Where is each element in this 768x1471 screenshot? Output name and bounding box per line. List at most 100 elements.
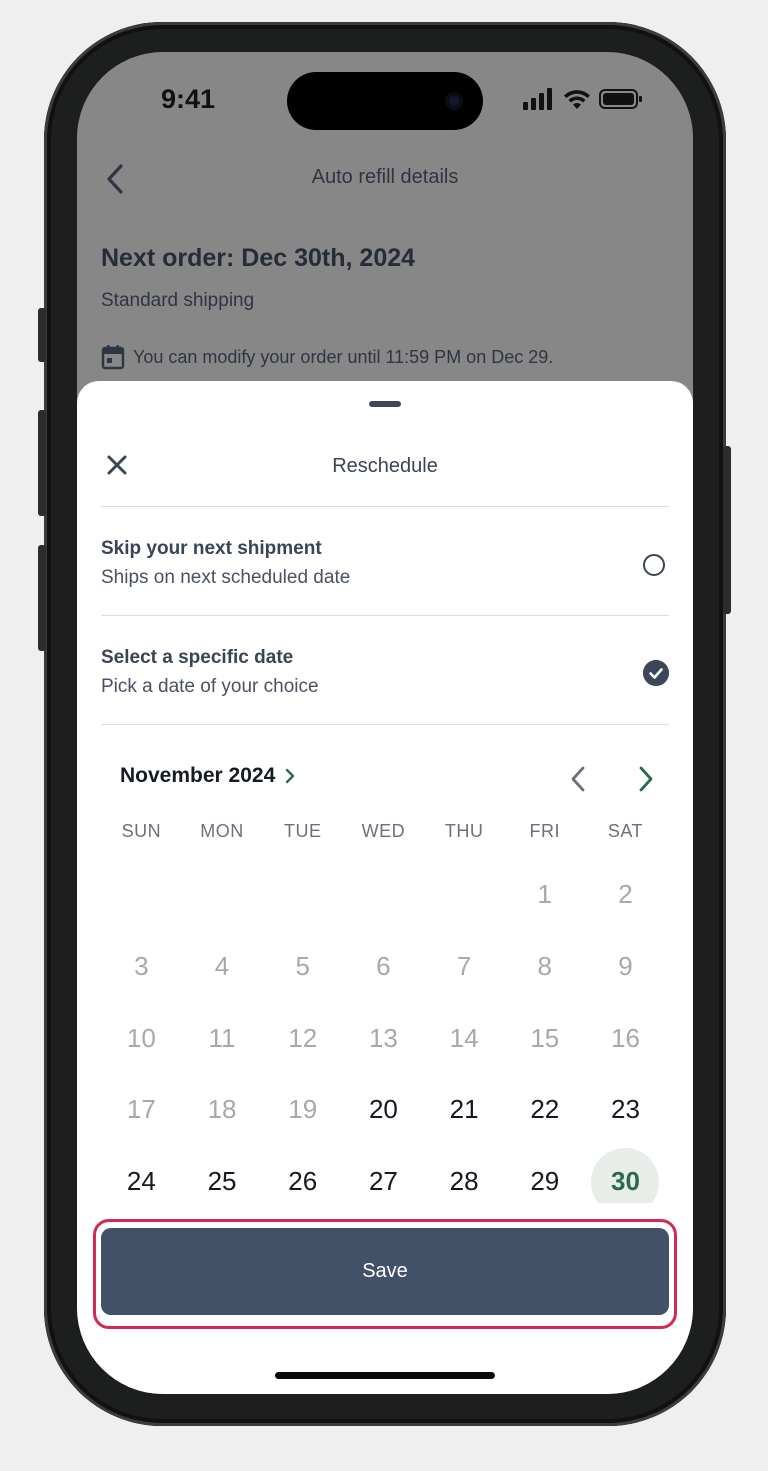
calendar-weeks: 1 2 3 4 5 6 7 8 9 10 11 12 13 14 15 16 17 18 19 20 21 22 23 24 2… xyxy=(101,859,669,1217)
calendar-day-number: 6 xyxy=(376,951,391,982)
calendar-day-number: 25 xyxy=(207,1166,237,1197)
calendar-day-number: 17 xyxy=(126,1094,156,1125)
calendar-day-number: 5 xyxy=(295,951,310,982)
wifi-icon xyxy=(564,90,590,109)
calendar-day: 7 xyxy=(424,931,505,1003)
calendar-day-empty xyxy=(182,859,263,931)
calendar-day-number: 12 xyxy=(288,1022,318,1053)
radio-unchecked[interactable] xyxy=(643,554,665,576)
weekday-label: SAT xyxy=(607,821,644,841)
calendar-day: 1 xyxy=(504,859,585,931)
calendar-day-empty xyxy=(424,859,505,931)
calendar-day-number: 7 xyxy=(456,951,472,982)
modify-notice-text: You can modify your order until 11:59 PM… xyxy=(133,346,554,367)
calendar-day: 17 xyxy=(101,1074,182,1146)
calendar-day[interactable]: 21 xyxy=(424,1074,505,1146)
calendar-day: 11 xyxy=(182,1002,263,1074)
calendar-week: 3 4 5 6 7 8 9 xyxy=(101,931,669,1003)
screen: 9:41 Auto refill details Next order: Dec… xyxy=(77,52,693,1394)
calendar-day-number: 2 xyxy=(618,879,633,910)
calendar-day: 15 xyxy=(504,1002,585,1074)
camera-icon xyxy=(445,92,463,110)
calendar-day-empty xyxy=(343,859,424,931)
calendar-day: 6 xyxy=(343,931,424,1003)
calendar-day-number: 4 xyxy=(214,951,230,982)
divider xyxy=(101,615,669,616)
calendar-icon xyxy=(101,345,125,370)
calendar-day: 13 xyxy=(343,1002,424,1074)
calendar-day-number: 21 xyxy=(449,1094,479,1125)
calendar-day-number: 13 xyxy=(368,1022,398,1053)
calendar-day-number: 1 xyxy=(537,879,553,910)
calendar-day-number: 22 xyxy=(530,1094,560,1125)
calendar-day-number: 30 xyxy=(611,1166,640,1197)
option-subtitle: Ships on next scheduled date xyxy=(101,567,351,588)
calendar-day-number: 29 xyxy=(530,1166,560,1197)
divider xyxy=(101,724,669,725)
calendar-day: 8 xyxy=(504,931,585,1003)
calendar-day-number: 9 xyxy=(618,951,633,982)
month-label: November 2024 xyxy=(120,764,276,787)
calendar-day-number: 19 xyxy=(288,1094,318,1125)
weekday-label: MON xyxy=(200,821,244,841)
shipping-method: Standard shipping xyxy=(101,290,255,311)
weekday-label: FRI xyxy=(529,821,561,841)
calendar-day: 14 xyxy=(424,1002,505,1074)
calendar-week: 12 xyxy=(101,859,669,931)
calendar-day[interactable]: 20 xyxy=(343,1074,424,1146)
calendar-day: 4 xyxy=(182,931,263,1003)
calendar-day: 3 xyxy=(101,931,182,1003)
calendar-day[interactable]: 23 xyxy=(585,1074,666,1146)
mute-switch xyxy=(38,308,46,362)
previous-month-icon[interactable] xyxy=(567,764,589,794)
calendar-day: 5 xyxy=(262,931,343,1003)
sheet-title: Reschedule xyxy=(332,455,438,477)
modify-notice: You can modify your order until 11:59 PM… xyxy=(101,344,553,370)
next-month-icon[interactable] xyxy=(635,764,657,794)
weekday-header: SUN MON TUE WED THU FRI SAT xyxy=(101,819,669,859)
calendar-day: 10 xyxy=(101,1002,182,1074)
calendar-day: 2 xyxy=(585,859,666,931)
calendar-day: 12 xyxy=(262,1002,343,1074)
radio-checked-icon[interactable] xyxy=(643,660,669,686)
calendar-day-number: 15 xyxy=(530,1022,560,1053)
page-title: Auto refill details xyxy=(311,166,459,188)
calendar-day-number: 24 xyxy=(126,1166,156,1197)
calendar-day-empty xyxy=(262,859,343,931)
weekday-label: SUN xyxy=(121,821,162,841)
signal-icon xyxy=(523,88,552,110)
chevron-right-icon xyxy=(286,768,295,784)
option-subtitle: Pick a date of your choice xyxy=(101,676,319,697)
calendar-day-number: 3 xyxy=(134,951,149,982)
calendar-day-number: 20 xyxy=(368,1094,398,1125)
calendar-week: 17 18 19 20 21 22 23 xyxy=(101,1074,669,1146)
calendar-day-number: 27 xyxy=(368,1166,398,1197)
calendar-day-number: 10 xyxy=(126,1022,156,1053)
save-button[interactable]: Save xyxy=(101,1228,669,1315)
calendar-day-number: 23 xyxy=(611,1094,640,1125)
calendar-day-empty xyxy=(101,859,182,931)
weekday-label: WED xyxy=(361,821,406,841)
calendar-day: 19 xyxy=(262,1074,343,1146)
status-icons xyxy=(523,88,643,110)
weekday-label: TUE xyxy=(283,821,322,841)
calendar-day-number: 18 xyxy=(207,1094,237,1125)
calendar-day: 16 xyxy=(585,1002,666,1074)
calendar-day[interactable]: 22 xyxy=(504,1074,585,1146)
home-indicator xyxy=(275,1372,495,1379)
month-selector[interactable]: November 2024 xyxy=(120,764,295,788)
reschedule-sheet: Reschedule Skip your next shipment Ships… xyxy=(77,381,693,1394)
calendar-week: 10 11 12 13 14 15 16 xyxy=(101,1002,669,1074)
option-title: Select a specific date xyxy=(101,647,294,668)
calendar-day-number: 26 xyxy=(288,1166,318,1197)
calendar-day: 18 xyxy=(182,1074,263,1146)
dynamic-island xyxy=(287,72,483,130)
weekday-label: THU xyxy=(444,821,484,841)
volume-up-button xyxy=(38,410,46,516)
calendar-grid: SUN MON TUE WED THU FRI SAT 1 2 3 4 5 6 7 8 9 10 1… xyxy=(101,819,669,1217)
sheet-drag-handle[interactable] xyxy=(369,401,401,407)
calendar-day-number: 8 xyxy=(537,951,553,982)
option-title: Skip your next shipment xyxy=(101,538,322,559)
calendar-day-number: 16 xyxy=(611,1022,640,1053)
calendar-day-number: 28 xyxy=(449,1166,479,1197)
